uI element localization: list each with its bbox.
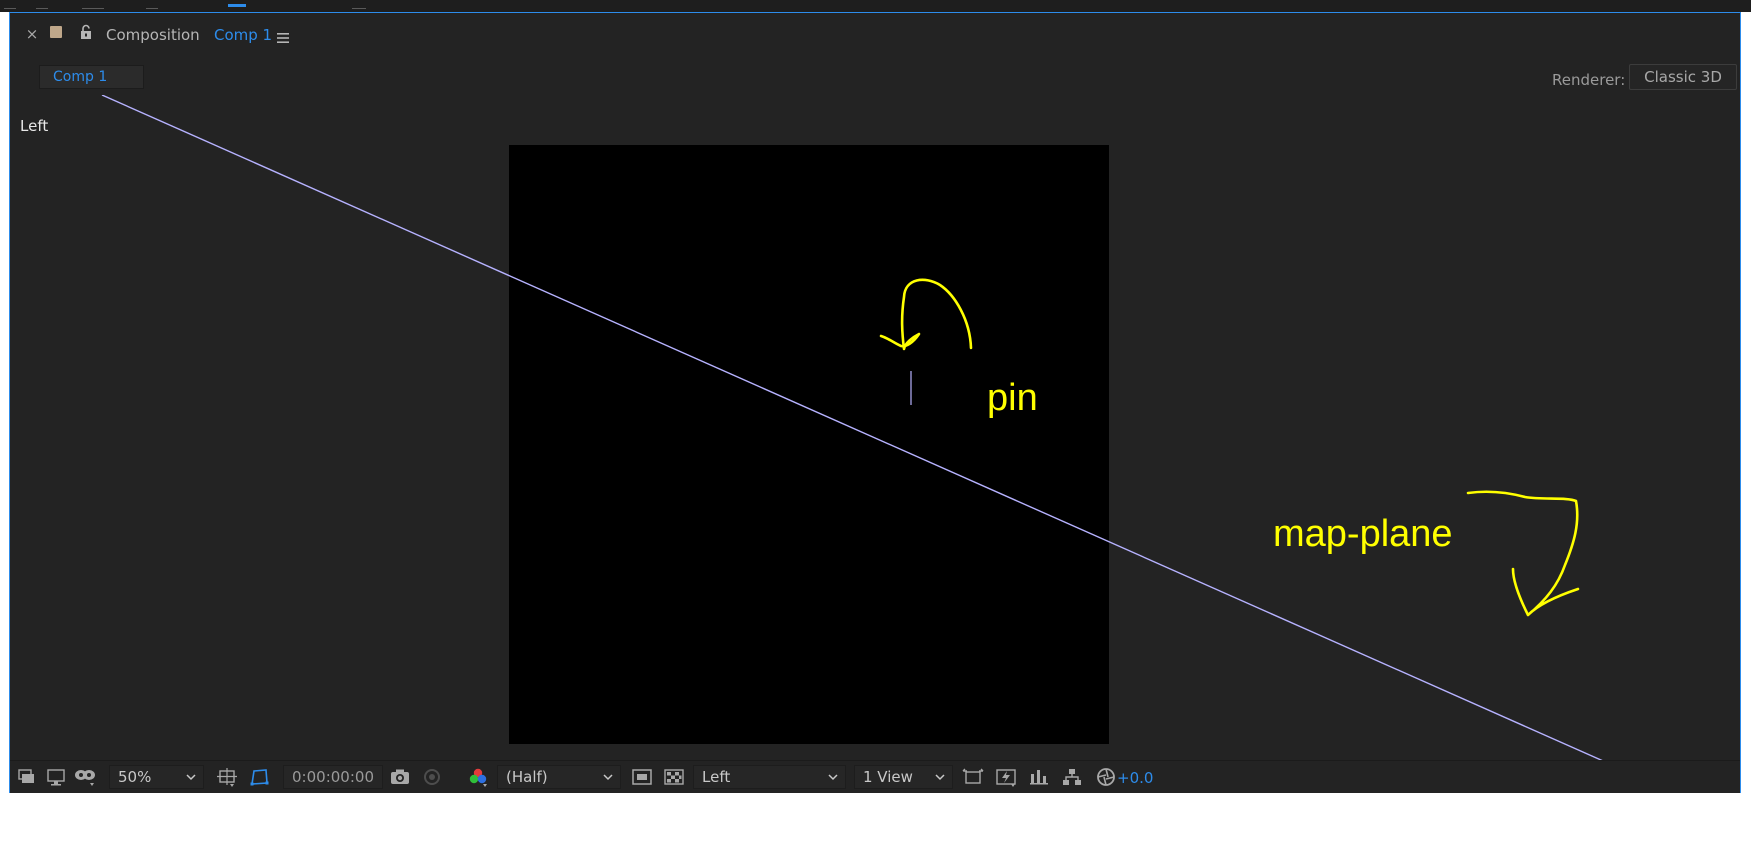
resolution-dropdown[interactable]: (Half) [497,765,621,789]
viewer-overlay [101,95,1603,760]
transparency-grid-icon[interactable] [662,767,686,787]
unlock-icon[interactable] [79,24,93,40]
renderer-label: Renderer: [1552,71,1626,89]
view-layout-dropdown[interactable]: 1 View [854,765,953,789]
always-preview-icon[interactable] [15,767,39,787]
hamburger-menu-icon[interactable] [276,29,290,43]
comp-color-swatch [50,26,62,38]
exposure-icon[interactable] [1094,767,1118,787]
monitor-icon[interactable] [44,767,68,787]
map-plane-annotation: map-plane [1273,513,1453,555]
resolution-value: (Half) [506,768,548,786]
map-plane-line [101,95,1603,760]
3d-view-value: Left [702,768,731,786]
mask-path-icon[interactable] [247,767,271,787]
fast-previews-icon[interactable] [994,767,1018,787]
camera-snapshot-icon[interactable] [388,767,412,787]
zoom-value: 50% [118,768,152,786]
current-time-display[interactable]: 0:00:00:00 [283,765,383,789]
toggle-view-options-icon[interactable] [961,767,985,787]
channel-icon[interactable] [466,767,490,787]
toolbar-fragment [352,0,366,9]
panel-tab-bar: × Composition Comp 1 [10,13,1740,59]
3d-view-dropdown[interactable]: Left [693,765,846,789]
exposure-value[interactable]: +0.0 [1117,769,1153,787]
region-of-interest-icon[interactable] [630,767,654,787]
comp-navigator-bar: Comp 1 Renderer: Classic 3D [10,59,1740,96]
view-layout-value: 1 View [863,768,913,786]
toolbar-fragment [82,0,104,9]
chevron-down-icon [828,774,838,781]
comp-flow-tab[interactable]: Comp 1 [39,65,144,89]
renderer-button[interactable]: Classic 3D [1629,64,1737,90]
chevron-down-icon [186,774,196,781]
pin-arrow-stroke [879,278,973,351]
show-snapshot-icon[interactable] [420,767,444,787]
map-plane-arrow-stroke [1466,490,1580,617]
composition-panel: × Composition Comp 1 Comp 1 Renderer: Cl… [9,12,1741,793]
zoom-dropdown[interactable]: 50% [109,765,204,789]
flowchart-icon[interactable] [1060,767,1084,787]
timeline-icon[interactable] [1027,767,1051,787]
top-toolbar-strip [0,0,1751,12]
grid-icon[interactable] [215,767,239,787]
toolbar-fragment [36,0,48,9]
toolbar-fragment [4,0,16,9]
toolbar-fragment [146,0,158,9]
comp-name-link[interactable]: Comp 1 [214,26,272,44]
chevron-down-icon [935,774,945,781]
mask-visibility-icon[interactable] [73,767,97,787]
viewer-bottom-toolbar: 50% 0:00:00:00 (Half) Left 1 View +0.0 [10,760,1740,793]
toolbar-active-fragment [228,0,246,7]
chevron-down-icon [603,774,613,781]
composition-viewer[interactable]: Left pin map-plane [10,95,1740,760]
pin-annotation: pin [987,377,1038,419]
panel-title: Composition [106,26,200,44]
close-panel-button[interactable]: × [24,25,40,43]
